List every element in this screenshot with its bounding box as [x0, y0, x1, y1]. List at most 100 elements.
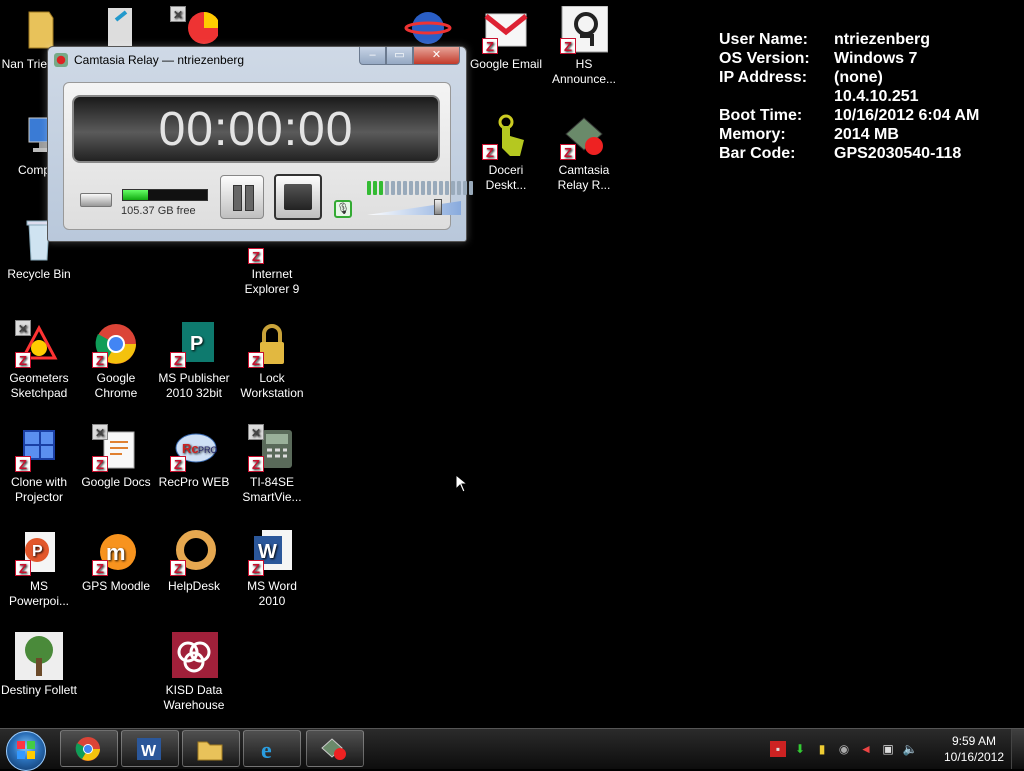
sysinfo-value: GPS2030540-118: [834, 145, 962, 162]
folder-icon: [197, 741, 223, 761]
sysinfo-value: ntriezenberg: [834, 31, 931, 48]
desktop-icon-label: Camtasia Relay R...: [557, 163, 611, 192]
desktop-icon-doceri[interactable]: Z Doceri Deskt...: [467, 112, 545, 193]
maximize-button[interactable]: ▭: [386, 47, 413, 65]
update-tray-icon[interactable]: ◉: [836, 741, 852, 757]
desktop-icon-ms-word[interactable]: W Z MS Word 2010: [233, 528, 311, 609]
desktop-icon-label: Destiny Follett: [0, 683, 78, 697]
desktop-icon-label: Google Chrome: [94, 371, 138, 400]
zenworks-icon: Z: [560, 144, 576, 160]
volume-slider-thumb[interactable]: [433, 199, 442, 215]
taskbar-app-word[interactable]: W: [121, 730, 179, 767]
minimize-button[interactable]: ‒: [359, 47, 386, 65]
system-tray: ▪ ⬇ ▮ ◉ ◄ ▣ 🔈: [770, 741, 918, 757]
desktop-icon-helpdesk[interactable]: Z HelpDesk: [155, 528, 233, 594]
svg-text:Rc: Rc: [182, 441, 199, 456]
unavailable-icon: ✕: [92, 424, 108, 440]
desktop-icon-clone-projector[interactable]: Z Clone with Projector: [0, 424, 78, 505]
taskbar-clock[interactable]: 9:59 AM 10/16/2012: [936, 733, 1012, 765]
zenworks-icon: Z: [15, 456, 31, 472]
security-tray-icon[interactable]: ▮: [814, 741, 830, 757]
svg-text:P: P: [190, 333, 203, 355]
volume-muted-tray-icon[interactable]: ◄: [858, 741, 874, 757]
speaker-tray-icon[interactable]: 🔈: [902, 741, 918, 757]
meter-segment: [427, 181, 431, 195]
meter-segment: [469, 181, 473, 195]
start-button[interactable]: [6, 731, 46, 771]
desktop-icon-lock-workstation[interactable]: Z Lock Workstation: [233, 320, 311, 401]
sysinfo-key: Boot Time:: [719, 107, 803, 124]
meter-segment: [457, 181, 461, 195]
desktop-icon-label: MS Publisher 2010 32bit: [158, 371, 230, 400]
close-button[interactable]: ✕: [413, 47, 460, 65]
zenworks-icon: Z: [248, 560, 264, 576]
sysinfo-value: 10.4.10.251: [834, 88, 919, 105]
pdf-tray-icon[interactable]: ▪: [770, 741, 786, 757]
desktop-icon-camtasia-relay[interactable]: Z Camtasia Relay R...: [545, 112, 623, 193]
hand-pointer-icon: Z: [482, 112, 530, 160]
taskbar-app-chrome[interactable]: [60, 730, 118, 767]
disk-free-label: 105.37 GB free: [121, 205, 196, 217]
sysinfo-key: IP Address:: [719, 69, 808, 86]
desktop-icon-label: KISD Data Warehouse: [163, 683, 225, 712]
desktop-icon-ms-powerpoint[interactable]: P Z MS Powerpoi...: [0, 528, 78, 609]
microphone-icon[interactable]: 🎙: [334, 200, 352, 218]
sysinfo-row: OS Version: Windows 7: [719, 49, 979, 68]
pause-icon: [233, 185, 242, 211]
clock-date: 10/16/2012: [943, 750, 1005, 764]
disk-space-fill: [123, 190, 149, 200]
desktop-icon-label: Lock Workstation: [240, 371, 304, 400]
word-icon: W Z: [248, 528, 296, 576]
zenworks-icon: Z: [248, 248, 264, 264]
zenworks-icon: Z: [248, 352, 264, 368]
meter-segment: [397, 181, 401, 195]
desktop-icon-destiny-follett[interactable]: Destiny Follett: [0, 632, 78, 698]
desktop-icon-recpro-web[interactable]: Rc PRO Z RecPro WEB: [155, 424, 233, 490]
desktop-icon-ms-publisher[interactable]: P Z MS Publisher 2010 32bit: [155, 320, 233, 401]
desktop-icon-hs-announcements[interactable]: Z HS Announce...: [545, 5, 623, 87]
audio-level-meter: [367, 181, 473, 195]
desktop-icon-label: RecPro WEB: [158, 475, 230, 489]
recording-timer: 00:00:00: [72, 95, 440, 163]
desktop-icon-google-chrome[interactable]: Z Google Chrome: [77, 320, 155, 401]
volume-slider-track[interactable]: [367, 201, 461, 215]
meter-segment: [439, 181, 443, 195]
network-tray-icon[interactable]: ▣: [880, 741, 896, 757]
zenworks-icon: Z: [92, 456, 108, 472]
desktop-icon-geometers-sketchpad[interactable]: ✕ Z Geometers Sketchpad: [0, 320, 78, 401]
desktop-icon-label: Internet Explorer 9: [244, 267, 300, 296]
sysinfo-key: [719, 87, 834, 106]
pause-button[interactable]: [220, 175, 264, 219]
unavailable-icon: ✕: [15, 320, 31, 336]
show-desktop-button[interactable]: [1011, 729, 1024, 769]
chrome-icon: Z: [92, 320, 140, 368]
pause-icon: [245, 185, 254, 211]
camtasia-icon: Z: [560, 112, 608, 160]
zenworks-icon: Z: [170, 560, 186, 576]
projector-icon: Z: [15, 424, 63, 472]
taskbar-app-ie[interactable]: e: [243, 730, 301, 767]
zenworks-icon: Z: [170, 352, 186, 368]
desktop-icon-gps-moodle[interactable]: m Z GPS Moodle: [77, 528, 155, 594]
svg-text:W: W: [141, 743, 157, 760]
desktop-icon-google-email[interactable]: Z Google Email: [467, 6, 545, 72]
desktop-icon-google-docs[interactable]: ✕ Z Google Docs: [77, 424, 155, 490]
zenworks-icon: Z: [92, 352, 108, 368]
zenworks-icon: Z: [170, 456, 186, 472]
camtasia-relay-window[interactable]: Camtasia Relay — ntriezenberg ‒ ▭ ✕ 00:0…: [47, 46, 473, 242]
recpro-icon: Rc PRO Z: [170, 424, 218, 472]
lock-icon: Z: [248, 320, 296, 368]
taskbar-app-explorer[interactable]: [182, 730, 240, 767]
zenworks-tray-icon[interactable]: ⬇: [792, 741, 808, 757]
desktop-icon-kisd-data-warehouse[interactable]: KISD Data Warehouse: [155, 632, 233, 713]
meter-segment: [391, 181, 395, 195]
taskbar: W e ▪ ⬇ ▮ ◉ ◄ ▣ 🔈 9:59 AM 10/16/2012: [0, 728, 1024, 771]
sysinfo-key: Memory:: [719, 126, 786, 143]
camtasia-icon: [321, 738, 346, 760]
stop-button[interactable]: [274, 174, 322, 220]
taskbar-app-camtasia[interactable]: [306, 730, 364, 767]
svg-text:PRO: PRO: [198, 445, 218, 455]
sysinfo-key: User Name:: [719, 31, 808, 48]
desktop-icon-ti84-smartview[interactable]: ✕ Z TI-84SE SmartVie...: [233, 424, 311, 505]
desktop-icon-label: GPS Moodle: [81, 579, 151, 593]
